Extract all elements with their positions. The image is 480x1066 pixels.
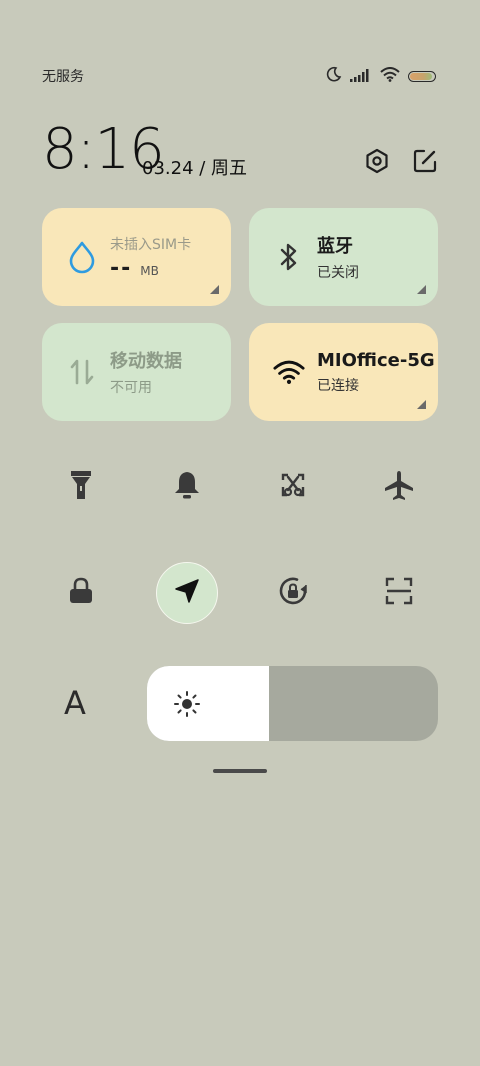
brightness-slider[interactable] (147, 666, 438, 741)
battery-icon (408, 70, 436, 82)
lock-screen-toggle[interactable] (50, 562, 112, 624)
status-icons (326, 66, 436, 86)
signal-icon (350, 67, 372, 86)
settings-icon[interactable] (364, 148, 390, 174)
bluetooth-title: 蓝牙 (317, 236, 353, 257)
mobile-data-tile[interactable]: 移动数据 不可用 (42, 323, 231, 421)
location-arrow-icon (173, 577, 201, 609)
expand-corner-icon (417, 285, 426, 294)
brightness-fill (147, 666, 270, 741)
droplet-icon (66, 241, 98, 274)
mobile-data-status: 不可用 (110, 380, 152, 396)
moon-icon (326, 66, 342, 86)
bell-icon (173, 470, 201, 504)
lock-icon (68, 577, 94, 609)
updown-arrows-icon (66, 356, 98, 388)
status-bar: 无服务 (42, 62, 436, 90)
airplane-icon (383, 469, 415, 505)
wifi-icon (380, 66, 400, 86)
flashlight-toggle[interactable] (50, 456, 112, 518)
location-toggle[interactable] (156, 562, 218, 624)
data-usage-title: 未插入SIM卡 (110, 236, 192, 253)
scanner-toggle[interactable] (368, 562, 430, 624)
sun-icon (173, 690, 201, 722)
bluetooth-tile[interactable]: 蓝牙 已关闭 (249, 208, 438, 306)
airplane-toggle[interactable] (368, 456, 430, 518)
wifi-tile[interactable]: MIOffice-5G 已连接 (249, 323, 438, 421)
bluetooth-status: 已关闭 (317, 265, 359, 281)
scan-icon (384, 576, 414, 610)
expand-corner-icon (417, 400, 426, 409)
wifi-icon (273, 356, 305, 388)
rotation-lock-icon (275, 573, 311, 613)
data-usage-unit: MB (140, 263, 159, 278)
bluetooth-icon (273, 241, 305, 273)
screenshot-toggle[interactable] (262, 456, 324, 518)
sound-toggle[interactable] (156, 456, 218, 518)
mobile-data-title: 移动数据 (110, 351, 182, 372)
carrier-label: 无服务 (42, 69, 84, 85)
expand-corner-icon (210, 285, 219, 294)
clock-date: 03.24 / 周五 (142, 158, 248, 179)
font-size-button[interactable]: A (64, 684, 86, 722)
data-usage-tile[interactable]: 未插入SIM卡 -- MB (42, 208, 231, 306)
data-usage-value: -- (110, 255, 133, 281)
rotation-lock-toggle[interactable] (262, 562, 324, 624)
flashlight-icon (69, 469, 93, 505)
wifi-status: 已连接 (317, 377, 359, 394)
clock-header: 8:16 03.24 / 周五 (42, 118, 438, 188)
scissors-screenshot-icon (279, 471, 307, 503)
drag-handle[interactable] (213, 769, 267, 773)
wifi-title: MIOffice-5G (317, 349, 435, 371)
battery-level (410, 72, 432, 80)
header-actions (364, 148, 438, 174)
edit-icon[interactable] (412, 148, 438, 174)
